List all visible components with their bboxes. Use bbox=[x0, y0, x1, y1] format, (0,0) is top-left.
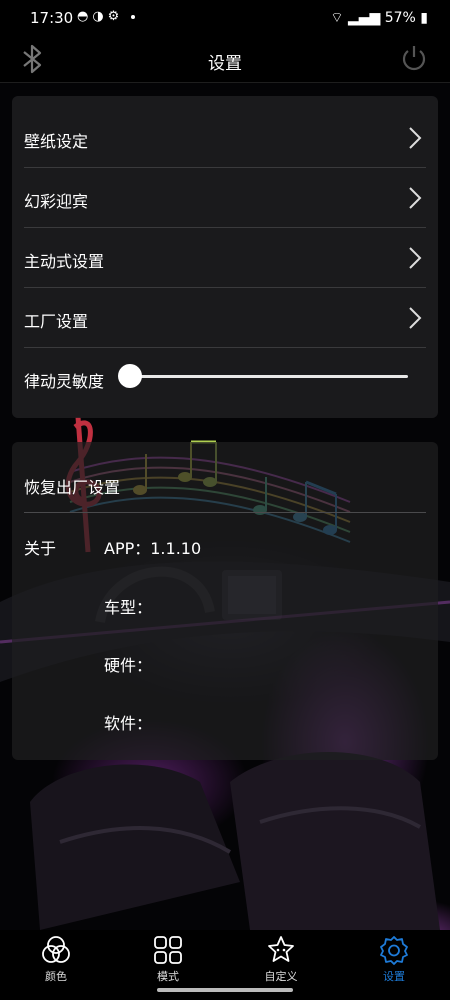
software-label: 软件： bbox=[104, 714, 153, 733]
settings-item-label: 幻彩迎宾 bbox=[24, 192, 89, 211]
nav-label: 自定义 bbox=[264, 970, 298, 983]
bottom-nav: 颜色 模式 自定义 设置 bbox=[0, 930, 450, 986]
settings-card: 壁纸设定 幻彩迎宾 主动式设置 工厂设置 律动灵敏度 bbox=[12, 96, 438, 418]
nav-item-color[interactable]: 颜色 bbox=[0, 930, 112, 986]
nav-item-mode[interactable]: 模式 bbox=[112, 930, 224, 986]
sensitivity-slider-thumb[interactable] bbox=[118, 364, 142, 388]
home-indicator[interactable] bbox=[157, 988, 293, 992]
gear-icon bbox=[380, 936, 408, 965]
battery-icon: ▮ bbox=[420, 10, 428, 26]
app-header: 设置 bbox=[0, 38, 450, 83]
notification-icons: ◓◑⚙ bbox=[77, 9, 136, 24]
nav-item-custom[interactable]: 自定义 bbox=[225, 930, 337, 986]
status-bar: 17:30 ◓◑⚙ ⌔ ▂▄▆ 57% ▮ bbox=[0, 0, 450, 38]
settings-item-wallpaper[interactable]: 壁纸设定 bbox=[12, 108, 438, 168]
chevron-right-icon bbox=[409, 307, 422, 329]
chevron-right-icon bbox=[409, 187, 422, 209]
settings-item-label: 壁纸设定 bbox=[24, 132, 89, 151]
page-title: 设置 bbox=[208, 54, 242, 74]
status-right: ⌔ ▂▄▆ 57% ▮ bbox=[330, 9, 428, 27]
sensitivity-label: 律动灵敏度 bbox=[24, 372, 105, 391]
about-label: 关于 bbox=[24, 539, 57, 558]
car-model-label: 车型： bbox=[104, 598, 153, 617]
nav-label: 设置 bbox=[383, 970, 405, 983]
wifi-icon: ⌔ bbox=[330, 10, 344, 26]
settings-item-active-mode[interactable]: 主动式设置 bbox=[12, 228, 438, 288]
app-version: APP：1.1.10 bbox=[104, 539, 202, 558]
about-card: 恢复出厂设置 关于 APP：1.1.10 车型： 硬件： 软件： bbox=[12, 442, 438, 760]
signal-icon: ▂▄▆ bbox=[347, 10, 381, 26]
hardware-label: 硬件： bbox=[104, 656, 153, 675]
custom-star-icon bbox=[268, 936, 294, 962]
divider bbox=[24, 512, 426, 513]
color-circles-icon bbox=[42, 936, 70, 963]
nav-item-settings[interactable]: 设置 bbox=[338, 930, 450, 986]
grid-mode-icon bbox=[154, 936, 182, 964]
chevron-right-icon bbox=[409, 127, 422, 149]
status-time: 17:30 bbox=[30, 9, 74, 27]
settings-item-label: 主动式设置 bbox=[24, 252, 105, 271]
divider bbox=[24, 347, 426, 348]
sensitivity-slider-track[interactable] bbox=[130, 375, 408, 378]
power-icon[interactable] bbox=[400, 44, 428, 72]
settings-item-factory[interactable]: 工厂设置 bbox=[12, 288, 438, 348]
factory-reset-button[interactable]: 恢复出厂设置 bbox=[24, 474, 120, 498]
chevron-right-icon bbox=[409, 247, 422, 269]
battery-text: 57% bbox=[384, 10, 416, 26]
nav-label: 模式 bbox=[157, 970, 179, 983]
settings-item-welcome[interactable]: 幻彩迎宾 bbox=[12, 168, 438, 228]
settings-item-label: 工厂设置 bbox=[24, 312, 89, 331]
nav-label: 颜色 bbox=[45, 970, 67, 983]
